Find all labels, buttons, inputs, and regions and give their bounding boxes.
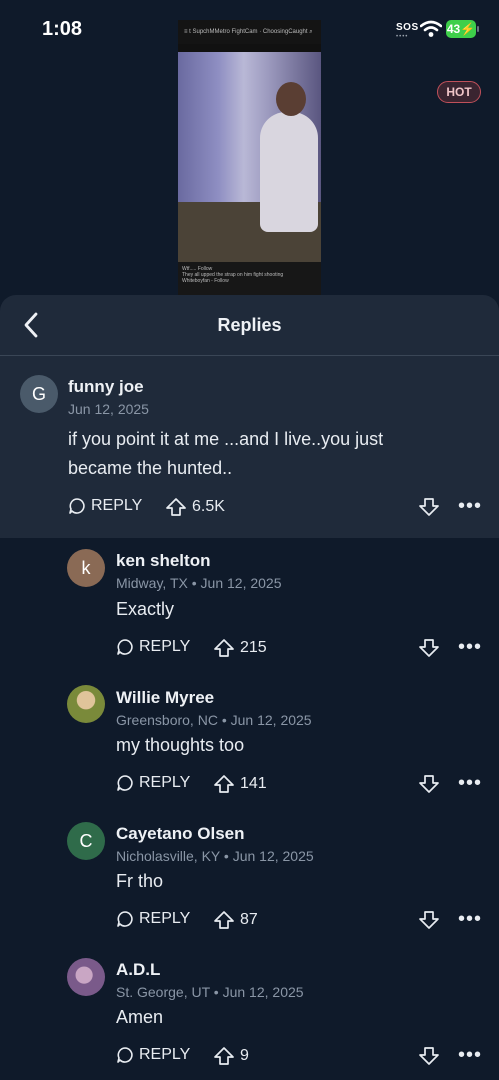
comment-text: if you point it at me ...and I live..you… [68, 425, 383, 483]
upvote-count: 9 [240, 1047, 249, 1064]
reply-bubble-icon [69, 498, 85, 514]
avatar[interactable]: k [67, 549, 105, 587]
video-top-tabs: ≡ t SupchMMetro FightCam · ChoosingCaugh… [178, 20, 321, 44]
comment-location: Midway, TX [116, 575, 188, 591]
comment-author[interactable]: ken shelton [116, 551, 210, 571]
upvote-button[interactable]: 141 [213, 774, 267, 794]
comment-text: Exactly [116, 599, 175, 619]
avatar[interactable]: G [20, 375, 58, 413]
battery-icon: 43⚡ [446, 20, 476, 38]
reply-label: REPLY [139, 1046, 191, 1063]
meta-separator: • [217, 712, 231, 728]
upvote-arrow-icon [214, 911, 234, 929]
upvote-button[interactable]: 215 [213, 638, 267, 658]
more-options-icon[interactable]: ••• [458, 495, 482, 518]
upvote-arrow-icon [214, 775, 234, 793]
reply-bubble-icon [117, 639, 133, 655]
upvote-button[interactable]: 87 [213, 910, 258, 930]
reply-label: REPLY [139, 910, 191, 927]
comment-author[interactable]: Cayetano Olsen [116, 824, 245, 844]
wifi-icon [420, 20, 442, 37]
meta-separator: • [220, 848, 233, 864]
meta-separator: • [187, 575, 201, 591]
sheet-header: Replies [0, 295, 499, 356]
comment-author[interactable]: A.D.L [116, 960, 160, 980]
signal-dots: •••• [396, 34, 409, 40]
more-options-icon[interactable]: ••• [458, 1044, 482, 1067]
reply-label: REPLY [139, 638, 191, 655]
comment-text: Amen [116, 1007, 164, 1027]
avatar[interactable] [67, 685, 105, 723]
comment-text-line-2: became the hunted.. [68, 458, 233, 478]
reply-button[interactable]: REPLY [116, 638, 190, 656]
avatar[interactable]: C [67, 822, 105, 860]
reply-bubble-icon [117, 775, 133, 791]
avatar[interactable] [67, 958, 105, 996]
comment-text-line-1: if you point it at me ...and I live..you… [68, 429, 384, 449]
comment-text: Fr tho [116, 871, 164, 891]
upvote-arrow-icon [214, 639, 234, 657]
downvote-arrow-icon[interactable] [418, 638, 440, 658]
downvote-arrow-icon[interactable] [418, 910, 440, 930]
comment-date: Jun 12, 2025 [232, 848, 314, 864]
more-options-icon[interactable]: ••• [458, 772, 482, 795]
video-person [260, 112, 318, 232]
comment-location: Nicholasville, KY [116, 848, 221, 864]
video-person-head [276, 82, 306, 116]
downvote-arrow-icon[interactable] [418, 497, 440, 517]
upvote-count: 6.5K [192, 498, 225, 515]
status-time: 1:08 [42, 18, 83, 40]
upvote-count: 141 [240, 775, 267, 792]
reply-bubble-icon [117, 911, 133, 927]
battery-cap [477, 26, 479, 32]
comment-author[interactable]: funny joe [68, 377, 144, 397]
hot-badge: HOT [437, 81, 481, 103]
reply-button[interactable]: REPLY [68, 497, 142, 515]
reply-label: REPLY [91, 497, 143, 514]
comment-location: Greensboro, NC [116, 712, 218, 728]
comment-date: Jun 12, 2025 [230, 712, 312, 728]
comment-meta: Nicholasville, KY • Jun 12, 2025 [116, 848, 314, 864]
reply-label: REPLY [139, 774, 191, 791]
battery-level: 43 [446, 22, 461, 36]
upvote-arrow-icon [166, 498, 186, 516]
upvote-button[interactable]: 6.5K [165, 497, 225, 517]
downvote-arrow-icon[interactable] [418, 774, 440, 794]
meta-separator: • [209, 984, 223, 1000]
avatar-letter: k [81, 557, 91, 578]
downvote-arrow-icon[interactable] [418, 1046, 440, 1066]
comment-date: Jun 12, 2025 [222, 984, 304, 1000]
sos-indicator: SOS [396, 22, 419, 33]
comment-author[interactable]: Willie Myree [116, 688, 214, 708]
upvote-arrow-icon [214, 1047, 234, 1065]
video-caption-3: Whiteboyfan - Follow [182, 278, 229, 284]
comment-meta: Midway, TX • Jun 12, 2025 [116, 575, 282, 591]
more-options-icon[interactable]: ••• [458, 636, 482, 659]
video-caption-area: Wtf..... Follow They all upped the strap… [178, 262, 321, 295]
upvote-count: 87 [240, 911, 258, 928]
more-options-icon[interactable]: ••• [458, 908, 482, 931]
comment-location: St. George, UT [116, 984, 210, 1000]
page-title: Replies [217, 315, 282, 335]
comment-date: Jun 12, 2025 [68, 401, 149, 417]
comment-date: Jun 12, 2025 [200, 575, 282, 591]
upvote-count: 215 [240, 639, 267, 656]
video-preview[interactable]: ≡ t SupchMMetro FightCam · ChoosingCaugh… [178, 20, 321, 295]
avatar-letter: C [79, 830, 93, 851]
comment-meta: St. George, UT • Jun 12, 2025 [116, 984, 304, 1000]
reply-button[interactable]: REPLY [116, 1046, 190, 1064]
reply-button[interactable]: REPLY [116, 774, 190, 792]
charging-icon: ⚡ [460, 22, 476, 36]
comment-meta: Greensboro, NC • Jun 12, 2025 [116, 712, 312, 728]
reply-button[interactable]: REPLY [116, 910, 190, 928]
upvote-button[interactable]: 9 [213, 1046, 249, 1066]
video-frame [178, 52, 321, 262]
comment-text: my thoughts too [116, 735, 245, 755]
reply-bubble-icon [117, 1047, 133, 1063]
avatar-letter: G [31, 383, 46, 404]
